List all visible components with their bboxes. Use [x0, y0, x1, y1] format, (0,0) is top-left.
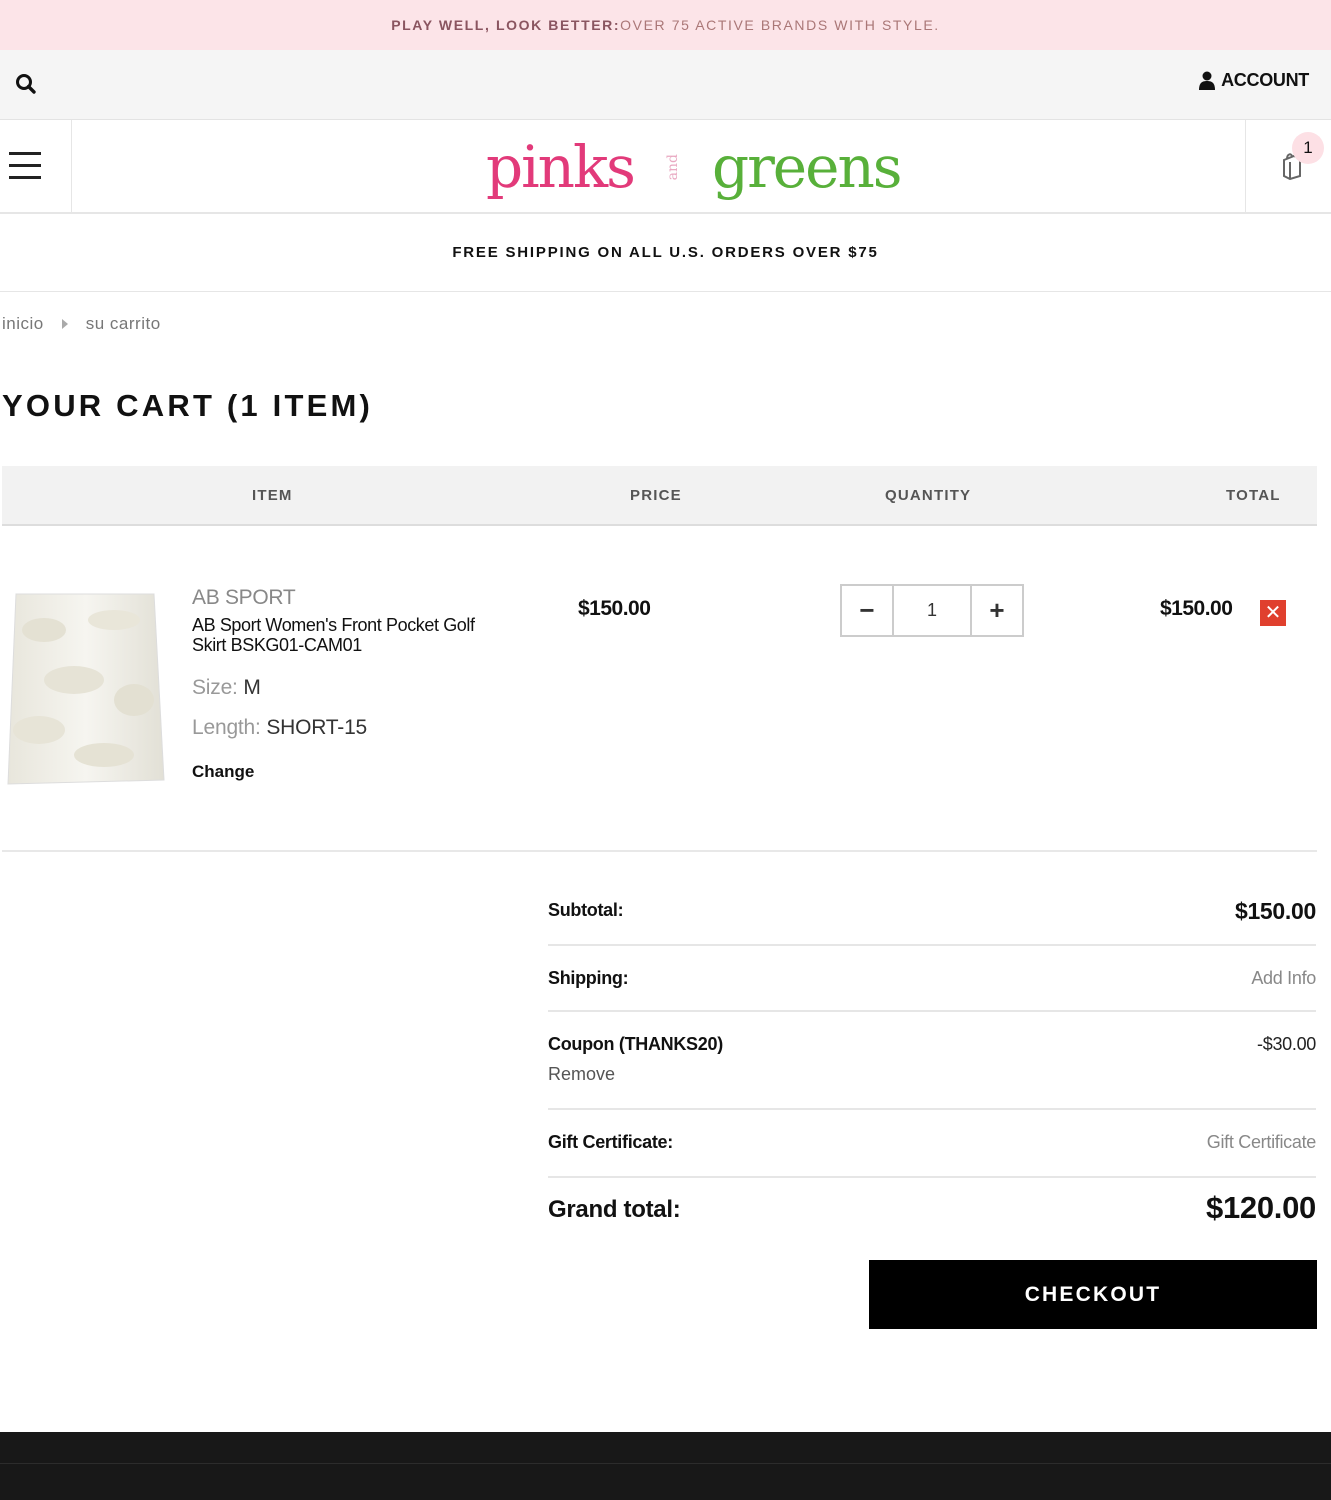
change-options-link[interactable]: Change — [192, 762, 254, 782]
order-summary: Subtotal: $150.00 Shipping: Add Info Cou… — [548, 876, 1316, 1242]
column-header-quantity: QUANTITY — [885, 487, 972, 504]
quantity-stepper: − 1 + — [840, 584, 1024, 637]
quantity-input[interactable]: 1 — [894, 586, 970, 635]
shipping-row: Shipping: Add Info — [548, 946, 1316, 1012]
gift-certificate-row: Gift Certificate: Gift Certificate — [548, 1110, 1316, 1178]
promo-text: OVER 75 ACTIVE BRANDS WITH STYLE. — [620, 17, 940, 33]
account-label: ACCOUNT — [1221, 70, 1309, 90]
coupon-value: -$30.00 — [1257, 1034, 1316, 1054]
subtotal-label: Subtotal: — [548, 900, 624, 920]
logo-greens: greens — [711, 133, 903, 201]
shipping-banner: FREE SHIPPING ON ALL U.S. ORDERS OVER $7… — [0, 214, 1331, 292]
length-label: Length: — [192, 716, 261, 739]
site-logo[interactable]: pinks and greens — [486, 130, 903, 204]
close-icon: ✕ — [1264, 602, 1282, 624]
user-icon — [1199, 71, 1216, 90]
item-total: $150.00 — [1160, 597, 1233, 620]
product-image[interactable] — [4, 590, 168, 788]
subtotal-row: Subtotal: $150.00 — [548, 876, 1316, 946]
remove-item-button[interactable]: ✕ — [1260, 600, 1286, 626]
column-header-total: TOTAL — [1226, 487, 1281, 504]
gift-certificate-link[interactable]: Gift Certificate — [1207, 1132, 1317, 1153]
promo-banner: PLAY WELL, LOOK BETTER: OVER 75 ACTIVE B… — [0, 0, 1331, 50]
minus-icon: − — [859, 595, 875, 625]
grand-total-value: $120.00 — [1206, 1190, 1316, 1225]
logo-and: and — [664, 153, 681, 181]
promo-bold-text: PLAY WELL, LOOK BETTER: — [391, 17, 621, 33]
grand-total-label: Grand total: — [548, 1196, 681, 1223]
breadcrumb: inicio su carrito — [2, 314, 161, 334]
cart-item-row: AB SPORT AB Sport Women's Front Pocket G… — [2, 526, 1317, 852]
gift-certificate-label: Gift Certificate: — [548, 1132, 673, 1152]
coupon-label: Coupon (THANKS20) — [548, 1034, 723, 1054]
search-icon[interactable] — [14, 72, 38, 96]
item-price: $150.00 — [578, 597, 651, 620]
chevron-right-icon — [61, 319, 68, 329]
cart-button[interactable]: 1 — [1245, 120, 1331, 214]
decrease-quantity-button[interactable]: − — [842, 586, 894, 635]
menu-button[interactable] — [0, 120, 72, 214]
utility-bar: ACCOUNT — [0, 50, 1331, 120]
plus-icon: + — [989, 595, 1005, 625]
coupon-row: Coupon (THANKS20) Remove -$30.00 — [548, 1012, 1316, 1110]
coupon-remove-link[interactable]: Remove — [548, 1064, 615, 1085]
page-title: YOUR CART (1 ITEM) — [2, 388, 374, 423]
cart-table-header: ITEM PRICE QUANTITY TOTAL — [2, 466, 1317, 526]
product-name[interactable]: AB Sport Women's Front Pocket Golf Skirt… — [192, 615, 512, 655]
grand-total-row: Grand total: $120.00 — [548, 1178, 1316, 1242]
subtotal-value: $150.00 — [1234, 898, 1316, 924]
cart-count-badge: 1 — [1292, 132, 1324, 164]
breadcrumb-current: su carrito — [85, 314, 161, 333]
shipping-add-info-link[interactable]: Add Info — [1251, 968, 1316, 989]
column-header-price: PRICE — [630, 487, 682, 504]
site-footer — [0, 1432, 1331, 1500]
column-header-item: ITEM — [252, 487, 293, 504]
footer-divider — [0, 1463, 1331, 1464]
product-size: Size: M — [192, 676, 261, 700]
size-value: M — [243, 676, 261, 699]
account-link[interactable]: ACCOUNT — [1199, 70, 1309, 91]
site-header: pinks and greens 1 — [0, 120, 1331, 214]
product-length: Length: SHORT-15 — [192, 716, 367, 740]
length-value: SHORT-15 — [266, 716, 368, 739]
logo-pinks: pinks — [486, 133, 636, 201]
product-brand: AB SPORT — [192, 586, 296, 609]
size-label: Size: — [192, 676, 238, 699]
increase-quantity-button[interactable]: + — [970, 586, 1022, 635]
shipping-label: Shipping: — [548, 968, 629, 988]
checkout-button[interactable]: CHECKOUT — [869, 1260, 1317, 1329]
breadcrumb-home[interactable]: inicio — [2, 314, 44, 334]
